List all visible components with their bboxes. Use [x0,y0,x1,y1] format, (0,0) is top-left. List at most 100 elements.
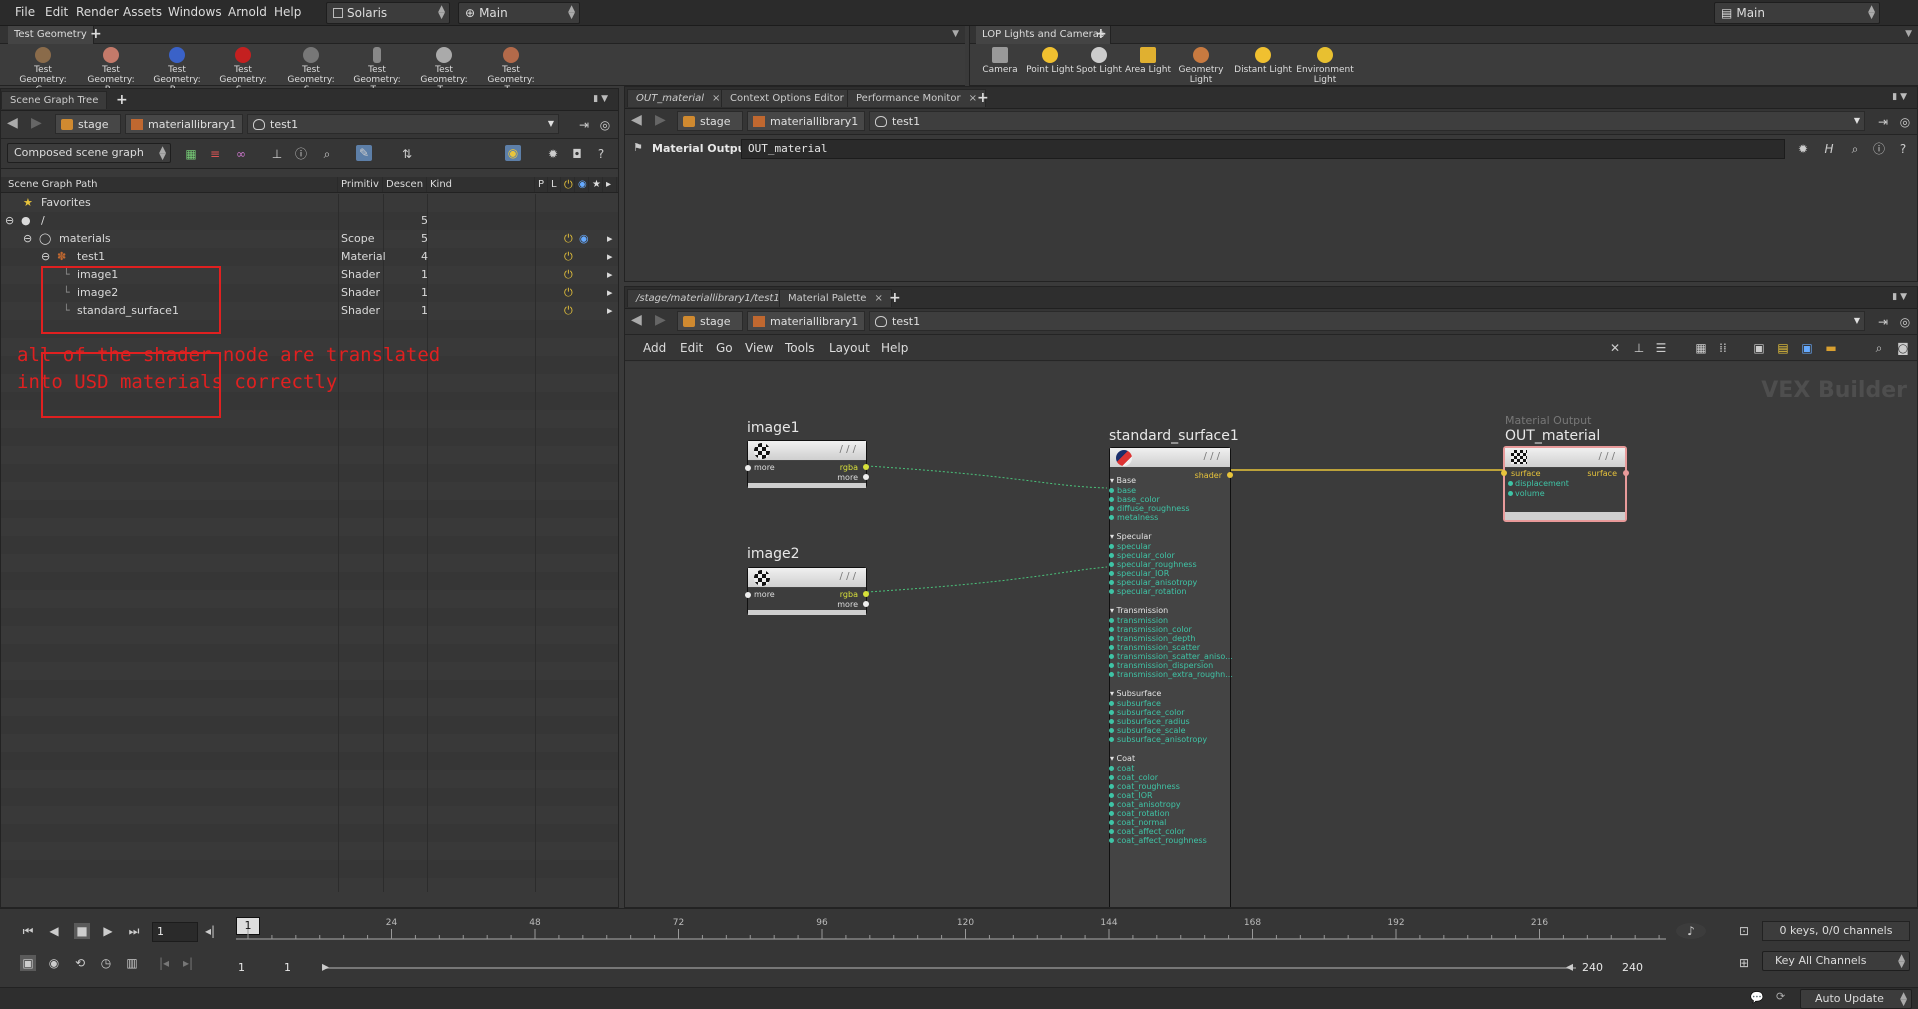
select-icon[interactable]: ▸ [607,230,613,248]
help-icon[interactable]: ? [593,146,609,162]
display-icon[interactable]: ▣ [1751,340,1767,356]
node-name-field[interactable]: OUT_material [741,139,1785,159]
camera-icon[interactable]: ◙ [1895,340,1911,356]
input-port-volume[interactable] [1508,491,1513,496]
collection-icon[interactable]: ≡ [207,146,223,162]
right-desktop-select[interactable]: ▤ Main ▲ ▼ [1714,2,1880,24]
param-group-label[interactable]: ▾ Transmission [1110,606,1168,615]
input-port[interactable] [1109,793,1114,798]
table-row[interactable]: ⊖ ◯ materials Scope 5 ⏻ ◉ ▸ [1,230,613,248]
clock-icon[interactable]: ◷ [98,955,114,971]
crumb-test1[interactable]: test1 ▼ [869,111,1865,131]
add-shelf-tab-icon[interactable]: + [90,26,102,42]
input-port[interactable] [1109,737,1114,742]
menu-go[interactable]: Go [716,341,733,355]
tab-out-material[interactable]: OUT_material × [627,89,730,107]
select-icon[interactable]: ▸ [607,266,613,284]
input-port[interactable] [1109,497,1114,502]
param-group-label[interactable]: ▾ Subsurface [1110,689,1161,698]
auto-update-select[interactable]: Auto Update ▲ ▼ [1800,989,1912,1009]
col-select-icon[interactable]: ▸ [603,177,617,192]
active-icon[interactable]: ⏻ [564,248,573,266]
select-icon[interactable]: ▸ [607,248,613,266]
menu-help[interactable]: Help [881,341,908,355]
close-icon[interactable]: × [969,93,977,104]
desktop-select[interactable]: Solaris ▲ ▼ [326,2,450,24]
info-icon[interactable]: ⓘ [293,146,309,162]
crumb-stage[interactable]: stage [55,114,121,134]
table-row[interactable]: ⊖ ✽ test1 Material 4 ⏻ ▸ [1,248,613,266]
crumb-stage[interactable]: stage [677,111,743,131]
target-icon[interactable]: ◉ [505,145,521,161]
sort-icon[interactable]: ⇅ [399,146,415,162]
audio-icon[interactable]: ♪ [1676,923,1706,939]
col-l[interactable]: L [548,177,561,192]
input-port[interactable] [1109,663,1114,668]
output-port-more[interactable] [863,474,869,480]
crumb-stage[interactable]: stage [677,311,743,331]
add-tab-icon[interactable]: + [889,290,901,306]
param-group-label[interactable]: ▾ Coat [1110,754,1135,763]
input-port[interactable] [1109,636,1114,641]
tree-icon[interactable]: ⊥ [1631,340,1647,356]
menu-arnold[interactable]: Arnold [228,5,267,19]
input-port-surface[interactable] [1501,470,1507,476]
input-port[interactable] [1109,728,1114,733]
info-icon[interactable]: ⓘ [1871,141,1887,157]
tree-icon[interactable]: ⊥ [269,146,285,162]
back-arrow-icon[interactable]: ◀ [7,115,18,131]
tool-area-light[interactable]: Area Light [1123,47,1173,75]
context-select[interactable]: ⊕ Main ▲ ▼ [458,2,580,24]
tab-material-palette[interactable]: Material Palette × [779,289,892,307]
frame-field[interactable]: 1 [152,922,198,942]
jump-end-icon[interactable]: ⏭ [126,923,142,939]
menu-add[interactable]: Add [643,341,666,355]
shelf-tab-lop-lights[interactable]: LOP Lights and Cameras [976,26,1112,44]
scene-graph-mode-select[interactable]: Composed scene graph ▲ ▼ [7,143,171,163]
menu-render[interactable]: Render [76,5,119,19]
link-icon[interactable]: ◎ [1897,114,1913,130]
range-start2-field[interactable]: 1 [284,961,291,974]
menu-edit[interactable]: Edit [45,5,68,19]
gear-icon[interactable]: ✹ [545,146,561,162]
pane-menu-icon[interactable]: ▮ ▼ [593,94,608,104]
audio-mute-icon[interactable]: ◉ [46,955,62,971]
stop-icon[interactable]: ■ [74,923,90,939]
pin-icon[interactable]: ⇥ [576,117,592,133]
flags-icon[interactable]: / / / [840,571,856,582]
search-icon[interactable]: ⌕ [319,146,335,162]
col-descendants[interactable]: Descen [383,177,427,192]
collapse-icon[interactable]: ⊖ [5,212,14,230]
flags-icon[interactable]: / / / [1204,451,1220,462]
input-port[interactable] [1109,571,1114,576]
input-port[interactable] [1109,802,1114,807]
node-out-material[interactable]: / / / surface displacement volume surfac… [1501,446,1629,522]
note-icon[interactable]: ▤ [1775,340,1791,356]
input-port[interactable] [745,592,751,598]
realtime-icon[interactable]: ▣ [20,955,36,971]
input-port[interactable] [1109,580,1114,585]
node-image1[interactable]: / / / more rgba more [745,440,869,488]
image-icon[interactable]: ▣ [1799,340,1815,356]
add-tab-icon[interactable]: + [116,92,128,108]
output-port-rgba[interactable] [863,464,869,470]
range-end2-field[interactable]: 240 [1622,961,1643,974]
menu-layout[interactable]: Layout [829,341,870,355]
pane-menu-icon[interactable]: ▮ ▼ [1892,292,1907,302]
crumb-materiallibrary[interactable]: materiallibrary1 [747,111,865,131]
range-handle-right[interactable]: ◂ [1566,959,1573,975]
input-port-displacement[interactable] [1508,481,1513,486]
forward-arrow-icon[interactable]: ▶ [655,112,666,128]
input-port[interactable] [1109,811,1114,816]
camera-icon[interactable]: ◘ [569,146,585,162]
input-port[interactable] [1109,553,1114,558]
jump-start-icon[interactable]: ⏮ [20,923,36,939]
add-tab-icon[interactable]: + [977,90,989,106]
input-port[interactable] [1109,562,1114,567]
tab-performance-monitor[interactable]: Performance Monitor × [847,89,986,107]
input-port[interactable] [745,465,751,471]
range-slider[interactable] [326,967,1576,969]
key-mode-select[interactable]: Key All Channels ▲ ▼ [1762,951,1910,971]
chat-icon[interactable]: 💬 [1750,991,1764,1004]
active-icon[interactable]: ⏻ [564,230,573,248]
